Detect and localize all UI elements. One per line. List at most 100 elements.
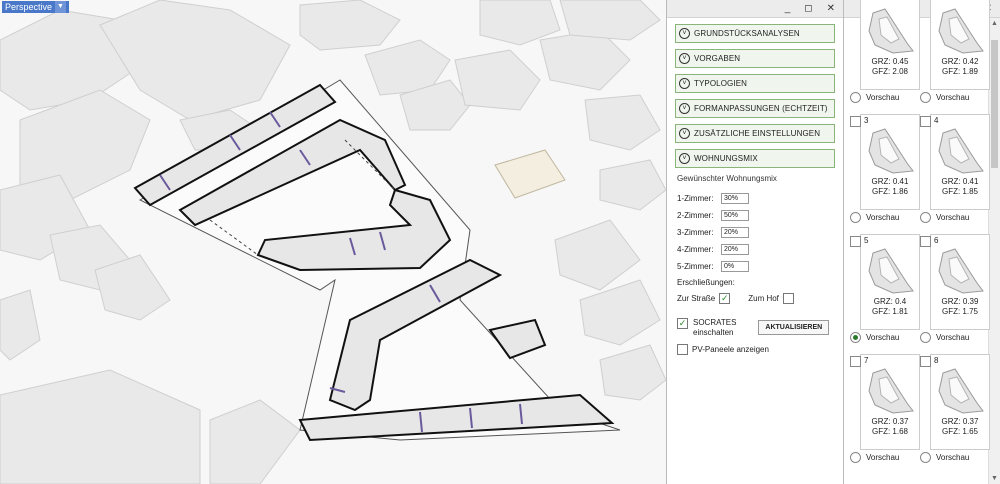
variant-thumbnail <box>938 248 984 294</box>
chevron-down-icon: ˅ <box>679 128 690 139</box>
close-icon[interactable]: ✕ <box>827 3 835 14</box>
variant-preview-radio[interactable] <box>850 212 861 223</box>
variant-card[interactable]: 8 GRZ: 0.37 GFZ: 1.65 <box>930 354 990 450</box>
variant-card[interactable]: 7 GRZ: 0.37 GFZ: 1.68 <box>860 354 920 450</box>
variant-select-checkbox[interactable] <box>850 236 861 247</box>
wohnungsmix-body: Gewünschter Wohnungsmix 1-Zimmer: 30% 2-… <box>667 168 843 355</box>
mix-label: 5-Zimmer: <box>677 262 714 271</box>
mix-input[interactable]: 50% <box>721 210 749 221</box>
section-formanpassungen[interactable]: ˅ FORMANPASSUNGEN (ECHTZEIT) <box>675 99 835 118</box>
variant-gfz: GFZ: 2.08 <box>871 67 908 76</box>
mix-label: 1-Zimmer: <box>677 194 714 203</box>
variant-preview-radio[interactable] <box>920 332 931 343</box>
section-grundstuecksanalysen[interactable]: ˅ GRUNDSTÜCKSANALYSEN <box>675 24 835 43</box>
viewport-dropdown-icon[interactable]: ▼ <box>55 1 66 13</box>
variant-preview-label: Vorschau <box>936 93 970 102</box>
section-wohnungsmix[interactable]: ˅ WOHNUNGSMIX <box>675 149 835 168</box>
variant-stats: GRZ: 0.45 GFZ: 2.08 <box>861 57 919 77</box>
variant-gfz: GFZ: 1.75 <box>941 307 978 316</box>
variant-select-checkbox[interactable] <box>920 116 931 127</box>
mix-input[interactable]: 0% <box>721 261 749 272</box>
variant-gfz: GFZ: 1.89 <box>941 67 978 76</box>
variant-thumbnail <box>938 8 984 54</box>
section-label: GRUNDSTÜCKSANALYSEN <box>694 29 800 38</box>
variant-preview-label: Vorschau <box>936 213 970 222</box>
section-label: WOHNUNGSMIX <box>694 154 758 163</box>
variant-card[interactable]: 6 GRZ: 0.39 GFZ: 1.75 <box>930 234 990 330</box>
section-vorgaben[interactable]: ˅ VORGABEN <box>675 49 835 68</box>
variant-select-checkbox[interactable] <box>850 116 861 127</box>
variant-number: 7 <box>864 356 869 365</box>
scroll-down-icon[interactable]: ▼ <box>991 475 998 482</box>
chevron-down-icon: ˅ <box>679 28 690 39</box>
section-label: VORGABEN <box>694 54 741 63</box>
variant-grz: GRZ: 0.45 <box>871 57 909 66</box>
variant-card[interactable]: GRZ: 0.45 GFZ: 2.08 <box>860 0 920 90</box>
variant-gfz: GFZ: 1.65 <box>941 427 978 436</box>
variant-thumbnail <box>868 128 914 174</box>
variant-gfz: GFZ: 1.85 <box>941 187 978 196</box>
variant-select-checkbox[interactable] <box>920 236 931 247</box>
pv-checkbox[interactable] <box>677 344 688 355</box>
context-building-highlight <box>494 149 566 199</box>
variant-preview-label: Vorschau <box>866 93 900 102</box>
variant-grz: GRZ: 0.37 <box>941 417 979 426</box>
section-label: FORMANPASSUNGEN (ECHTZEIT) <box>694 104 828 113</box>
variant-preview-label: Vorschau <box>866 333 900 342</box>
mix-input[interactable]: 20% <box>721 227 749 238</box>
variant-card[interactable]: 4 GRZ: 0.41 GFZ: 1.85 <box>930 114 990 210</box>
erschliessungen-options: Zur Straße ✓ Zum Hof <box>677 293 833 304</box>
variant-preview-radio[interactable] <box>850 92 861 103</box>
variant-gfz: GFZ: 1.68 <box>871 427 908 436</box>
zur-strasse-checkbox[interactable]: ✓ <box>719 293 731 304</box>
variant-number: 4 <box>934 116 939 125</box>
variant-preview-label: Vorschau <box>866 453 900 462</box>
variant-preview-radio[interactable] <box>850 332 861 343</box>
socrates-row: ✓ SOCRATES einschalten AKTUALISIEREN <box>677 318 833 338</box>
zum-hof-checkbox[interactable] <box>782 293 794 304</box>
panel-titlebar: _ ◻ ✕ <box>667 0 843 18</box>
variant-card[interactable]: 3 GRZ: 0.41 GFZ: 1.86 <box>860 114 920 210</box>
mix-input[interactable]: 20% <box>721 244 749 255</box>
variant-preview-radio[interactable] <box>850 452 861 463</box>
erschliessungen-label: Erschließungen: <box>677 278 735 287</box>
socrates-label: SOCRATES einschalten <box>693 318 736 338</box>
pv-row: PV-Paneele anzeigen <box>677 344 833 355</box>
variant-card[interactable]: 5 GRZ: 0.4 GFZ: 1.81 <box>860 234 920 330</box>
variant-preview-radio[interactable] <box>920 92 931 103</box>
variant-thumbnail <box>938 128 984 174</box>
section-zusaetzliche-einstellungen[interactable]: ˅ ZUSÄTZLICHE EINSTELLUNGEN <box>675 124 835 143</box>
variant-select-checkbox[interactable] <box>850 356 861 367</box>
chevron-down-icon: ˅ <box>679 53 690 64</box>
variant-preview-radio[interactable] <box>920 452 931 463</box>
3d-viewport[interactable]: Perspective ▼ <box>0 0 666 484</box>
variant-stats: GRZ: 0.37 GFZ: 1.68 <box>861 417 919 437</box>
scroll-up-icon[interactable]: ▲ <box>991 20 998 27</box>
chevron-down-icon: ˅ <box>679 153 690 164</box>
site-model[interactable] <box>0 0 666 484</box>
variant-grz: GRZ: 0.42 <box>941 57 979 66</box>
variant-stats: GRZ: 0.4 GFZ: 1.81 <box>861 297 919 317</box>
section-typologien[interactable]: ˅ TYPOLOGIEN <box>675 74 835 93</box>
variant-preview-label: Vorschau <box>866 213 900 222</box>
aktualisieren-button[interactable]: AKTUALISIEREN <box>758 320 830 335</box>
socrates-checkbox[interactable]: ✓ <box>677 318 688 329</box>
mix-label: 4-Zimmer: <box>677 245 714 254</box>
variant-stats: GRZ: 0.41 GFZ: 1.85 <box>931 177 989 197</box>
variant-grz: GRZ: 0.41 <box>871 177 909 186</box>
variant-thumbnail <box>938 368 984 414</box>
variant-stats: GRZ: 0.37 GFZ: 1.65 <box>931 417 989 437</box>
variant-preview-radio[interactable] <box>920 212 931 223</box>
variant-stats: GRZ: 0.42 GFZ: 1.89 <box>931 57 989 77</box>
minimize-icon[interactable]: _ <box>785 3 791 14</box>
mix-input[interactable]: 30% <box>721 193 749 204</box>
variant-select-checkbox[interactable] <box>920 356 931 367</box>
viewport-label[interactable]: Perspective ▼ <box>2 1 69 13</box>
variant-number: 5 <box>864 236 869 245</box>
variant-number: 6 <box>934 236 939 245</box>
scroll-thumb[interactable] <box>991 40 998 168</box>
pv-label: PV-Paneele anzeigen <box>692 345 769 354</box>
variant-card[interactable]: GRZ: 0.42 GFZ: 1.89 <box>930 0 990 90</box>
mix-row-4-zimmer: 4-Zimmer: 20% <box>677 241 833 258</box>
maximize-icon[interactable]: ◻ <box>804 3 812 14</box>
